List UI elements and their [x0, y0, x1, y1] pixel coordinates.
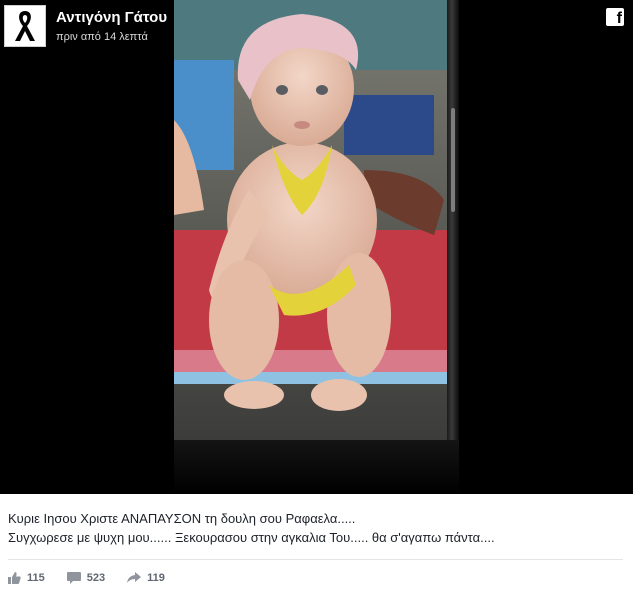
phone-side-button	[451, 108, 455, 212]
facebook-icon[interactable]: f	[606, 8, 624, 27]
post-media[interactable]: Αντιγόνη Γάτου πριν από 14 λεπτά f	[0, 0, 633, 494]
author-name[interactable]: Αντιγόνη Γάτου	[56, 9, 167, 26]
caption-line-1: Κυριε Ιησου Χριστε ΑΝΑΠΑΥΣΟΝ τη δουλη σο…	[8, 511, 356, 526]
baby-photo	[174, 0, 447, 440]
share-arrow-icon	[127, 572, 142, 583]
black-ribbon-icon	[15, 11, 35, 41]
post-timestamp[interactable]: πριν από 14 λεπτά	[56, 31, 148, 43]
phone-bottom	[174, 440, 459, 494]
shares-count: 119	[147, 572, 165, 584]
thumbs-up-icon	[8, 572, 21, 584]
post-stats: 115 523 119	[8, 569, 187, 587]
likes-stat[interactable]: 115	[8, 572, 45, 584]
avatar[interactable]	[4, 5, 46, 47]
comments-count: 523	[86, 572, 106, 584]
likes-count: 115	[27, 572, 45, 584]
shares-stat[interactable]: 119	[127, 572, 165, 584]
divider	[8, 559, 623, 560]
post-header: Αντιγόνη Γάτου πριν από 14 λεπτά f	[0, 0, 633, 56]
caption-line-2: Συγχωρεσε με ψυχη μου...... Ξεκουρασου σ…	[8, 530, 495, 545]
post-caption: Κυριε Ιησου Χριστε ΑΝΑΠΑΥΣΟΝ τη δουλη σο…	[8, 509, 623, 547]
facebook-post: Αντιγόνη Γάτου πριν από 14 λεπτά f Κυριε…	[0, 0, 633, 595]
comment-icon	[66, 572, 81, 584]
phone-edge	[447, 0, 459, 440]
comments-stat[interactable]: 523	[66, 572, 106, 584]
